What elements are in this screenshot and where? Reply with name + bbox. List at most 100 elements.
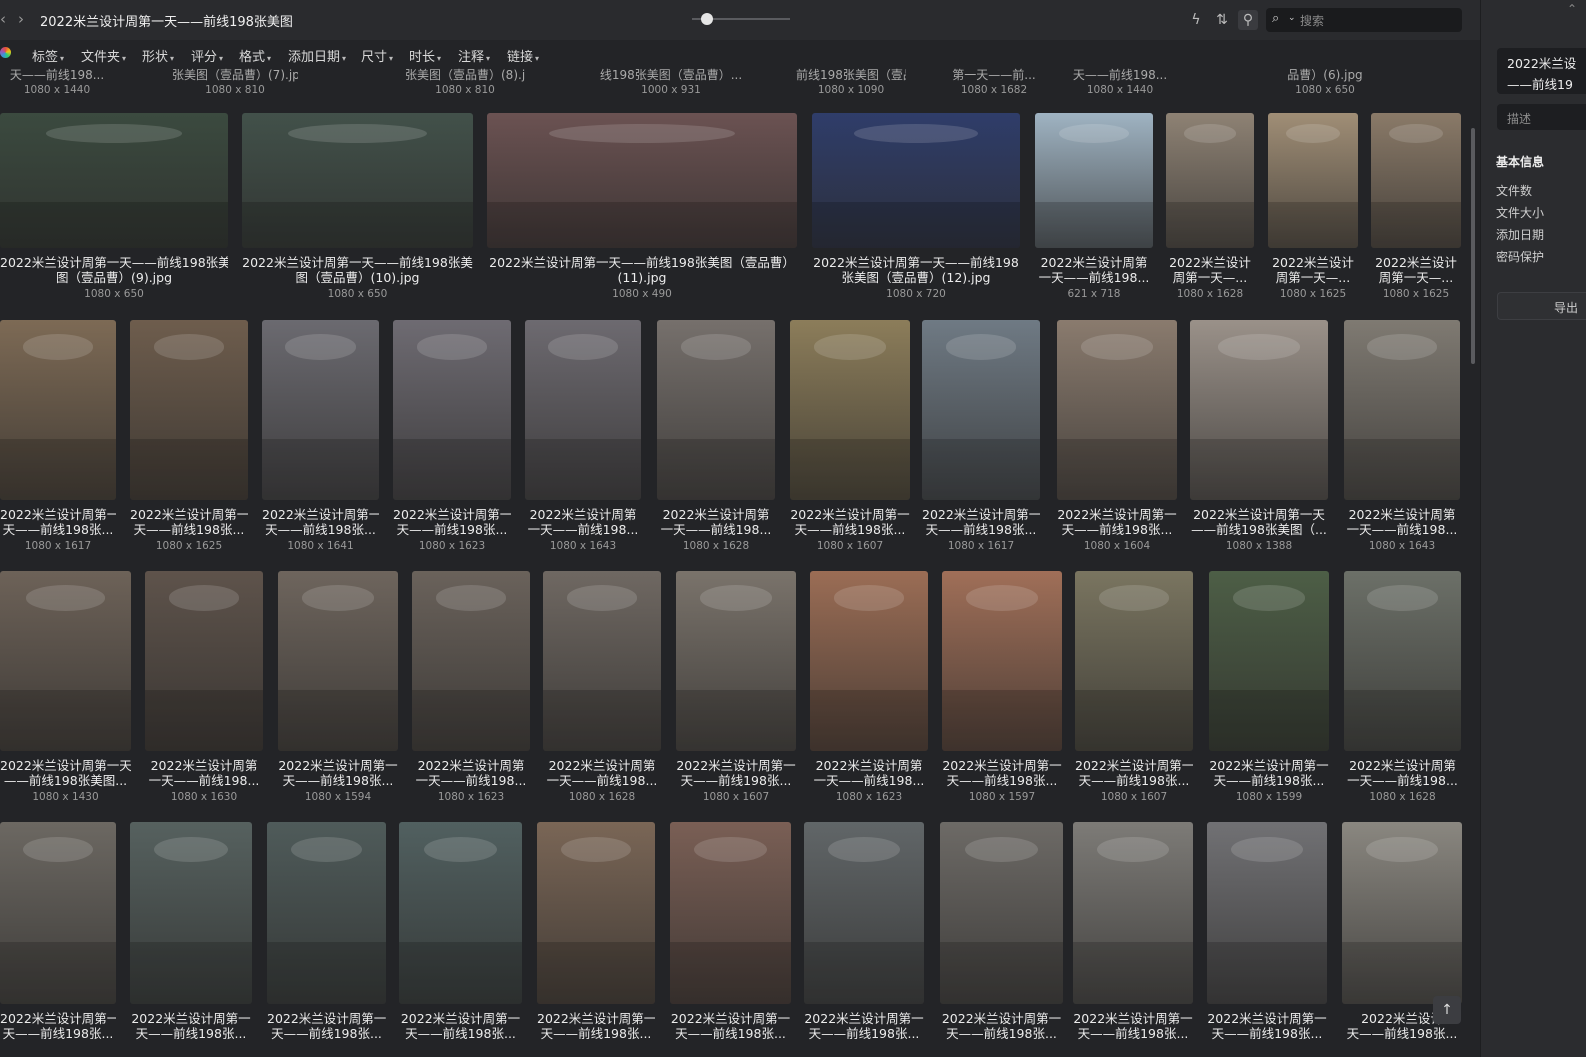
image-thumbnail[interactable] [525, 320, 641, 500]
image-thumbnail[interactable] [804, 822, 924, 1004]
image-item[interactable]: 2022米兰设计周第一天 ——前线198张美图（... 1080 x 1388 [1190, 320, 1328, 560]
color-filter-icon[interactable] [0, 47, 11, 58]
image-thumbnail[interactable] [393, 320, 511, 500]
image-item[interactable]: 2022米兰设计周第 一天——前线198... 1080 x 1628 [657, 320, 775, 560]
image-thumbnail[interactable] [1166, 113, 1254, 248]
image-item[interactable]: 2022米兰设计周第 一天——前线198... 1080 x 1623 [810, 571, 928, 811]
image-item[interactable]: 2022米兰设计周第一 天——前线198张... 1080 x 1594 [278, 571, 398, 811]
image-thumbnail[interactable] [940, 822, 1063, 1004]
image-item[interactable]: 2022米兰设计周第一 天——前线198张... [940, 822, 1063, 1057]
image-thumbnail[interactable] [790, 320, 910, 500]
image-thumbnail[interactable] [487, 113, 797, 248]
image-item[interactable]: 2022米兰设计周第一 天——前线198张... [0, 822, 116, 1057]
image-item[interactable]: 2022米兰设计周第一天——前线198张美 图（壹品曹）(10).jpg 1080 … [242, 113, 473, 308]
vertical-scrollbar[interactable] [1471, 128, 1475, 364]
filter-date-added[interactable]: 添加日期 ▾ [288, 46, 346, 65]
filter-duration[interactable]: 时长 ▾ [409, 46, 441, 65]
image-thumbnail[interactable] [537, 822, 655, 1004]
image-thumbnail[interactable] [267, 822, 386, 1004]
image-item[interactable]: 2022米兰设计周第一 天——前线198张... 1080 x 1641 [262, 320, 379, 560]
thumbnail-size-slider[interactable] [692, 13, 790, 25]
image-thumbnail[interactable] [657, 320, 775, 500]
image-item[interactable]: 2022米兰设计周第一 天——前线198张... 1080 x 1604 [1057, 320, 1177, 560]
image-thumbnail[interactable] [810, 571, 928, 751]
image-item[interactable]: 2022米兰设计周第一 天——前线198张... 1080 x 1607 [1075, 571, 1193, 811]
description-field[interactable]: 描述 [1497, 104, 1586, 130]
filter-folder[interactable]: 文件夹 ▾ [81, 46, 126, 65]
image-thumbnail[interactable] [0, 320, 116, 500]
image-item[interactable]: 2022米兰设计周第 一天——前线198... 1080 x 1643 [525, 320, 641, 560]
image-thumbnail[interactable] [1073, 822, 1193, 1004]
image-thumbnail[interactable] [543, 571, 661, 751]
image-item[interactable]: 2022米兰设计周第一 天——前线198张... 1080 x 1623 [393, 320, 511, 560]
image-thumbnail[interactable] [399, 822, 522, 1004]
image-item[interactable]: 2022米兰设计 周第一天—... 1080 x 1625 [1268, 113, 1358, 308]
image-thumbnail[interactable] [1344, 320, 1460, 500]
image-item[interactable]: 2022米兰设计周第一天——前线198张美图（壹品曹） (11).jpg 1080 … [487, 113, 797, 308]
image-thumbnail[interactable] [130, 822, 252, 1004]
image-thumbnail[interactable] [1035, 113, 1153, 248]
image-thumbnail[interactable] [0, 571, 131, 751]
image-item[interactable]: 2022米兰设计周第 一天——前线198... 1080 x 1630 [145, 571, 263, 811]
back-arrow-icon[interactable]: ‹ [0, 10, 6, 28]
image-thumbnail[interactable] [812, 113, 1020, 248]
image-thumbnail[interactable] [1057, 320, 1177, 500]
image-item[interactable]: 2022米兰设计周第一天——前线198张美 图（壹品曹）(9).jpg 1080 x… [0, 113, 228, 308]
image-item[interactable]: 2022米兰设计周第一天——前线198 张美图（壹品曹）(12).jpg 1080 … [812, 113, 1020, 308]
image-item[interactable]: 2022米兰设计周第一 天——前线198张... [537, 822, 655, 1057]
image-item[interactable]: 2022米兰设计 周第一天—... 1080 x 1628 [1166, 113, 1254, 308]
image-thumbnail[interactable] [262, 320, 379, 500]
image-item[interactable]: 2022米兰设计周第 一天——前线198... 1080 x 1628 [543, 571, 661, 811]
image-item[interactable]: 2022米兰设计周第一 天——前线198张... 1080 x 1607 [676, 571, 796, 811]
image-item[interactable]: 2022米兰设计周第 一天——前线198... 1080 x 1628 [1344, 571, 1461, 811]
image-item[interactable]: 2022米兰设计周第一 天——前线198张... [399, 822, 522, 1057]
image-thumbnail[interactable] [1342, 822, 1462, 1004]
image-thumbnail[interactable] [130, 320, 248, 500]
image-thumbnail[interactable] [0, 822, 116, 1004]
image-item[interactable]: 2022米兰设计周第一 天——前线198张... [267, 822, 386, 1057]
image-thumbnail[interactable] [1371, 113, 1461, 248]
image-item[interactable]: 2022米兰设计周第一 天——前线198张... [130, 822, 252, 1057]
filter-link[interactable]: 链接 ▾ [507, 46, 539, 65]
filter-rating[interactable]: 评分 ▾ [191, 46, 223, 65]
filter-format[interactable]: 格式 ▾ [239, 46, 271, 65]
image-thumbnail[interactable] [676, 571, 796, 751]
image-item[interactable]: 2022米兰设计周第一 天——前线198张... [804, 822, 924, 1057]
image-item[interactable]: 2022米兰设计周第一 天——前线198张... [1207, 822, 1327, 1057]
image-thumbnail[interactable] [1190, 320, 1328, 500]
image-thumbnail[interactable] [1209, 571, 1329, 751]
image-item[interactable]: 2022米兰设计 周第一天—... 1080 x 1625 [1371, 113, 1461, 308]
forward-arrow-icon[interactable]: › [18, 10, 24, 28]
filter-tags[interactable]: 标签 ▾ [32, 46, 64, 65]
back-to-top-icon[interactable]: ↑ [1433, 996, 1461, 1024]
image-item[interactable]: 2022米兰设计周第 一天——前线198... 621 x 718 [1035, 113, 1153, 308]
folder-name-field[interactable]: 2022米兰设 ——前线19 [1497, 48, 1586, 94]
image-item[interactable]: 2022米兰设计周第一 天——前线198张... [670, 822, 791, 1057]
chevron-down-icon[interactable]: ⌄ [1288, 13, 1296, 23]
image-thumbnail[interactable] [1207, 822, 1327, 1004]
image-item[interactable]: 2022米兰设计周第一 天——前线198张... 1080 x 1617 [922, 320, 1040, 560]
image-thumbnail[interactable] [278, 571, 398, 751]
collapse-icon[interactable]: ⌃ [1567, 2, 1577, 16]
export-button[interactable]: 导出 [1497, 292, 1586, 320]
slider-knob[interactable] [700, 13, 713, 25]
image-item[interactable]: 2022米兰设计周第一 天——前线198张... 1080 x 1617 [0, 320, 116, 560]
image-item[interactable]: 2022米兰设计周第一 天——前线198张... 1080 x 1607 [790, 320, 910, 560]
image-item[interactable]: 2022米兰设计周第一天 ——前线198张美图... 1080 x 1430 [0, 571, 131, 811]
image-thumbnail[interactable] [922, 320, 1040, 500]
image-thumbnail[interactable] [145, 571, 263, 751]
image-thumbnail[interactable] [1344, 571, 1461, 751]
image-item[interactable]: 2022米兰设计周第 一天——前线198... 1080 x 1643 [1344, 320, 1460, 560]
image-thumbnail[interactable] [242, 113, 473, 248]
image-thumbnail[interactable] [670, 822, 791, 1004]
image-thumbnail[interactable] [1268, 113, 1358, 248]
image-item[interactable]: 2022米兰设计周第一 天——前线198张... 1080 x 1599 [1209, 571, 1329, 811]
image-item[interactable]: 2022米兰设计周第 一天——前线198... 1080 x 1623 [412, 571, 530, 811]
image-item[interactable]: 2022米兰设计周第一 天——前线198张... 1080 x 1597 [942, 571, 1062, 811]
filter-size[interactable]: 尺寸 ▾ [361, 46, 393, 65]
image-thumbnail[interactable] [0, 113, 228, 248]
sort-icon[interactable]: ⇅ [1212, 10, 1232, 30]
search-input[interactable]: ⌕ ⌄ 搜索 [1266, 8, 1462, 32]
filter-annotation[interactable]: 注释 ▾ [458, 46, 490, 65]
image-thumbnail[interactable] [412, 571, 530, 751]
